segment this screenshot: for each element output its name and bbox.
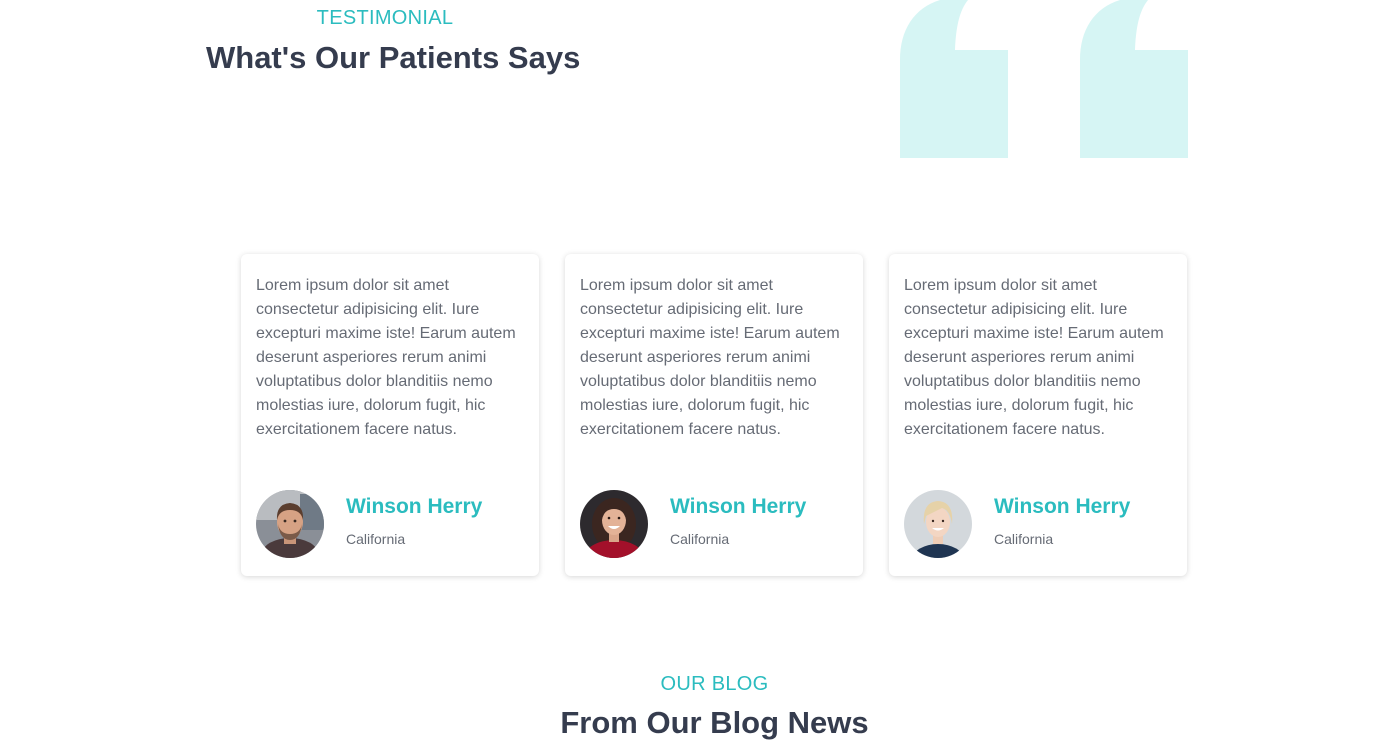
testimonial-card: Lorem ipsum dolor sit amet consectetur a…	[241, 254, 539, 576]
quote-mark-icon	[900, 0, 1190, 160]
testimonial-cards: Lorem ipsum dolor sit amet consectetur a…	[241, 254, 1189, 577]
testimonial-location: California	[346, 531, 406, 547]
blog-title: From Our Blog News	[560, 705, 869, 740]
testimonial-name: Winson Herry	[994, 495, 1131, 518]
smiling-woman-avatar	[580, 490, 648, 558]
testimonial-location: California	[994, 531, 1054, 547]
testimonial-eyebrow: TESTIMONIAL	[316, 7, 454, 29]
blonde-woman-avatar	[904, 490, 972, 558]
testimonial-name: Winson Herry	[346, 495, 483, 518]
testimonial-card: Lorem ipsum dolor sit amet consectetur a…	[565, 254, 863, 576]
testimonial-title: What's Our Patients Says	[206, 40, 581, 75]
testimonial-name: Winson Herry	[670, 495, 807, 518]
testimonial-text: Lorem ipsum dolor sit amet consectetur a…	[580, 277, 840, 438]
testimonial-location: California	[670, 531, 730, 547]
testimonial-text: Lorem ipsum dolor sit amet consectetur a…	[256, 277, 516, 438]
page: TESTIMONIAL What's Our Patients Says Lor…	[0, 0, 1393, 750]
blog-eyebrow: OUR BLOG	[660, 673, 769, 695]
testimonial-text: Lorem ipsum dolor sit amet consectetur a…	[904, 277, 1164, 438]
bearded-man-avatar	[256, 490, 324, 558]
testimonial-card: Lorem ipsum dolor sit amet consectetur a…	[889, 254, 1187, 576]
